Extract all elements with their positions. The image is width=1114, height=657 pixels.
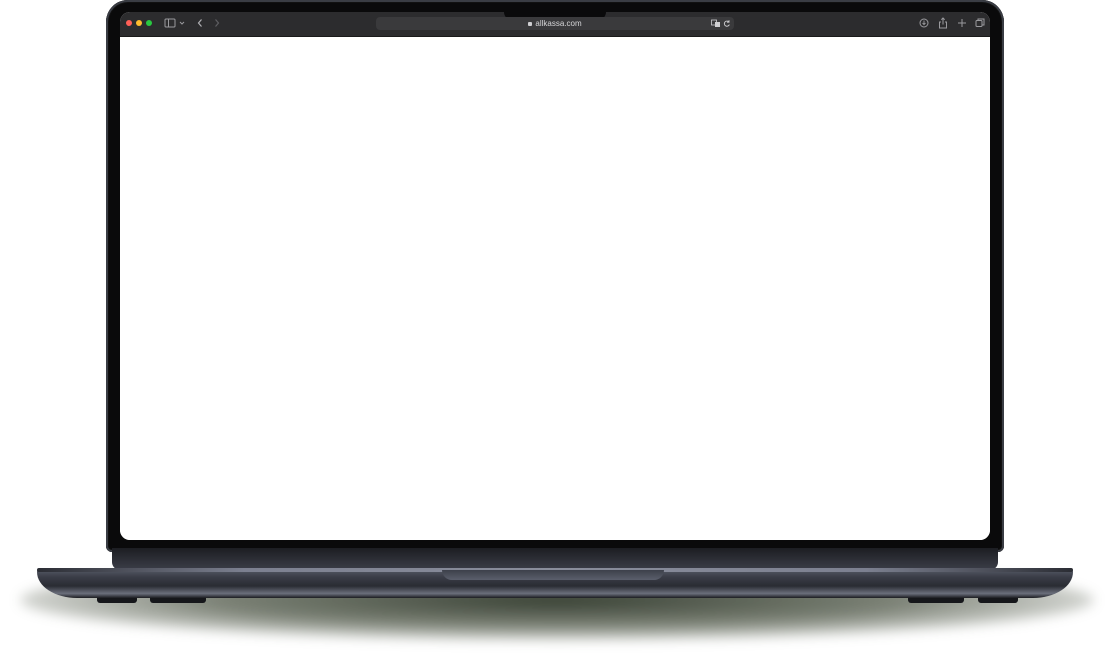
chevron-down-icon[interactable] (179, 16, 185, 30)
back-arrow-icon[interactable] (196, 16, 204, 30)
web-page-content (120, 37, 990, 540)
sidebar-icon[interactable] (164, 16, 176, 30)
translate-icon[interactable] (711, 17, 721, 31)
close-window-button[interactable] (126, 20, 132, 26)
laptop-foot-right (978, 598, 1018, 603)
laptop-screen: allkassa.com (120, 12, 990, 540)
zoom-window-button[interactable] (146, 20, 152, 26)
lock-icon (528, 22, 533, 26)
forward-arrow-icon[interactable] (213, 16, 221, 30)
laptop-opening-notch (442, 570, 664, 580)
tabs-overview-icon[interactable] (975, 16, 985, 30)
download-icon[interactable] (919, 16, 929, 30)
laptop-foot-right-inner (908, 598, 964, 603)
laptop-mockup-scene: allkassa.com (0, 0, 1114, 657)
address-bar-text-wrap: allkassa.com (376, 17, 734, 30)
share-icon[interactable] (938, 16, 948, 30)
address-bar[interactable]: allkassa.com (376, 17, 734, 30)
minimize-window-button[interactable] (136, 20, 142, 26)
reload-icon[interactable] (723, 17, 731, 31)
laptop-foot-left (97, 598, 137, 603)
address-url: allkassa.com (535, 19, 582, 28)
laptop-hinge (112, 548, 998, 570)
laptop-foot-left-inner (150, 598, 206, 603)
plus-icon[interactable] (957, 16, 967, 30)
browser-toolbar: allkassa.com (120, 12, 990, 37)
